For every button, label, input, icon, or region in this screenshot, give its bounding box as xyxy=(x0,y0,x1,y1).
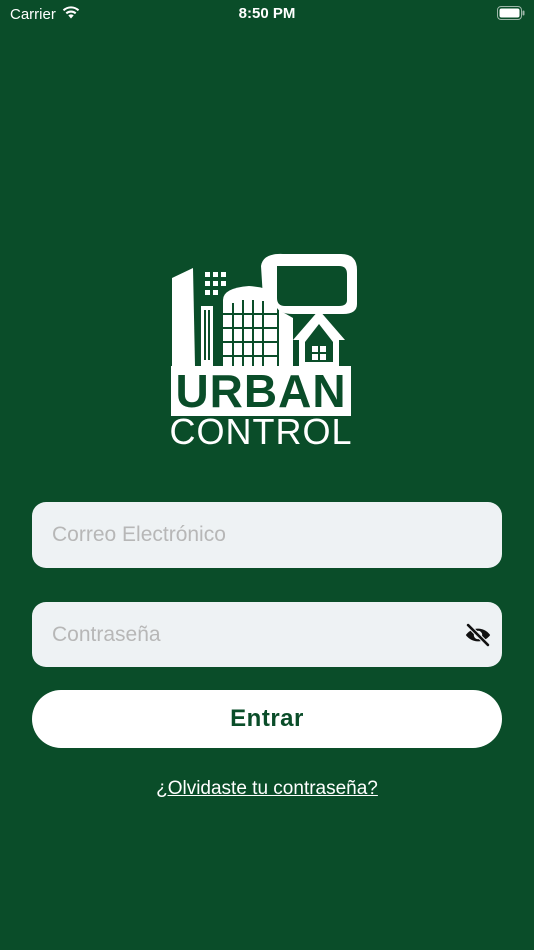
logo-wordmark-urban: URBAN xyxy=(171,366,351,416)
login-button[interactable]: Entrar xyxy=(32,690,502,748)
status-time: 8:50 PM xyxy=(238,5,296,22)
email-input[interactable] xyxy=(32,523,502,547)
battery-icon xyxy=(497,6,525,20)
status-bar: Carrier 8:50 PM xyxy=(0,0,534,28)
password-input[interactable] xyxy=(32,622,502,647)
password-field[interactable] xyxy=(32,602,502,667)
logo-wordmark-control: CONTROL xyxy=(169,411,353,452)
logo-buildings-graphic xyxy=(172,253,357,366)
email-field[interactable] xyxy=(32,502,502,568)
eye-slash-icon[interactable] xyxy=(464,621,492,649)
forgot-password-link[interactable]: ¿Olvidaste tu contraseña? xyxy=(0,778,534,800)
